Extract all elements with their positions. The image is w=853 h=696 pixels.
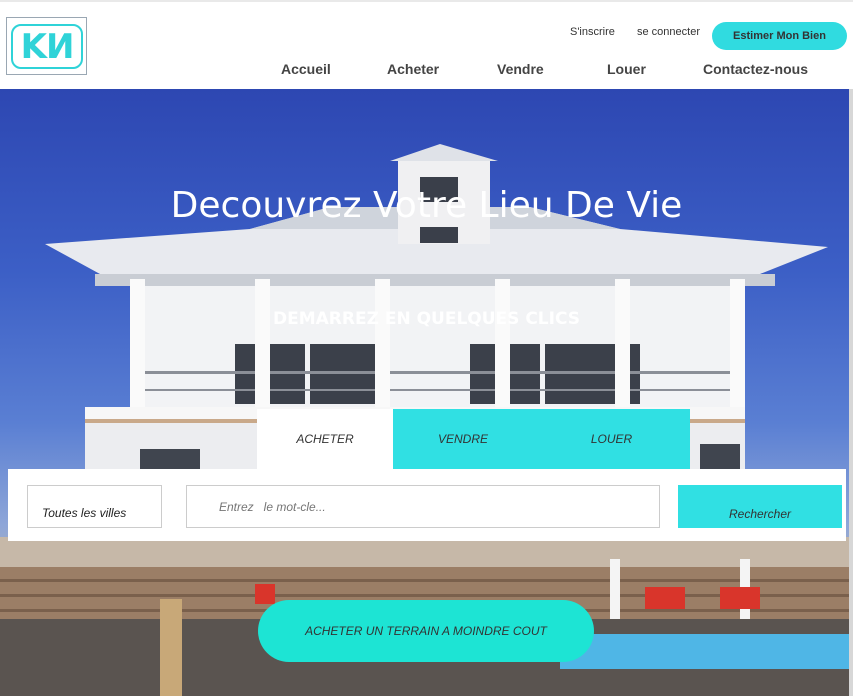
tab-vendre[interactable]: VENDRE — [393, 409, 533, 469]
login-link[interactable]: se connecter — [637, 26, 700, 38]
hero-title: Decouvrez Votre Lieu De Vie — [170, 185, 683, 226]
search-button[interactable]: Rechercher — [678, 485, 842, 528]
tab-acheter[interactable]: ACHETER — [257, 409, 393, 469]
nav-acheter[interactable]: Acheter — [387, 61, 439, 77]
signup-link[interactable]: S'inscrire — [570, 26, 615, 38]
site-header: KИ S'inscrire se connecter Estimer Mon B… — [0, 0, 853, 89]
estimate-button[interactable]: Estimer Mon Bien — [712, 22, 847, 50]
city-select[interactable]: Toutes les villes — [27, 485, 162, 528]
nav-louer[interactable]: Louer — [607, 61, 646, 77]
tab-louer[interactable]: LOUER — [533, 409, 690, 469]
nav-vendre[interactable]: Vendre — [497, 61, 544, 77]
hero-subtitle: DEMARREZ EN QUELQUES CLICS — [273, 309, 580, 329]
scrollbar[interactable] — [849, 89, 853, 696]
nav-accueil[interactable]: Accueil — [281, 61, 331, 77]
buy-land-button[interactable]: ACHETER UN TERRAIN A MOINDRE COUT — [258, 600, 594, 662]
nav-contact[interactable]: Contactez-nous — [703, 61, 808, 77]
logo-frame: KИ — [11, 24, 83, 69]
keyword-input[interactable] — [186, 485, 660, 528]
logo[interactable]: KИ — [6, 17, 87, 75]
logo-text: KИ — [20, 26, 75, 67]
